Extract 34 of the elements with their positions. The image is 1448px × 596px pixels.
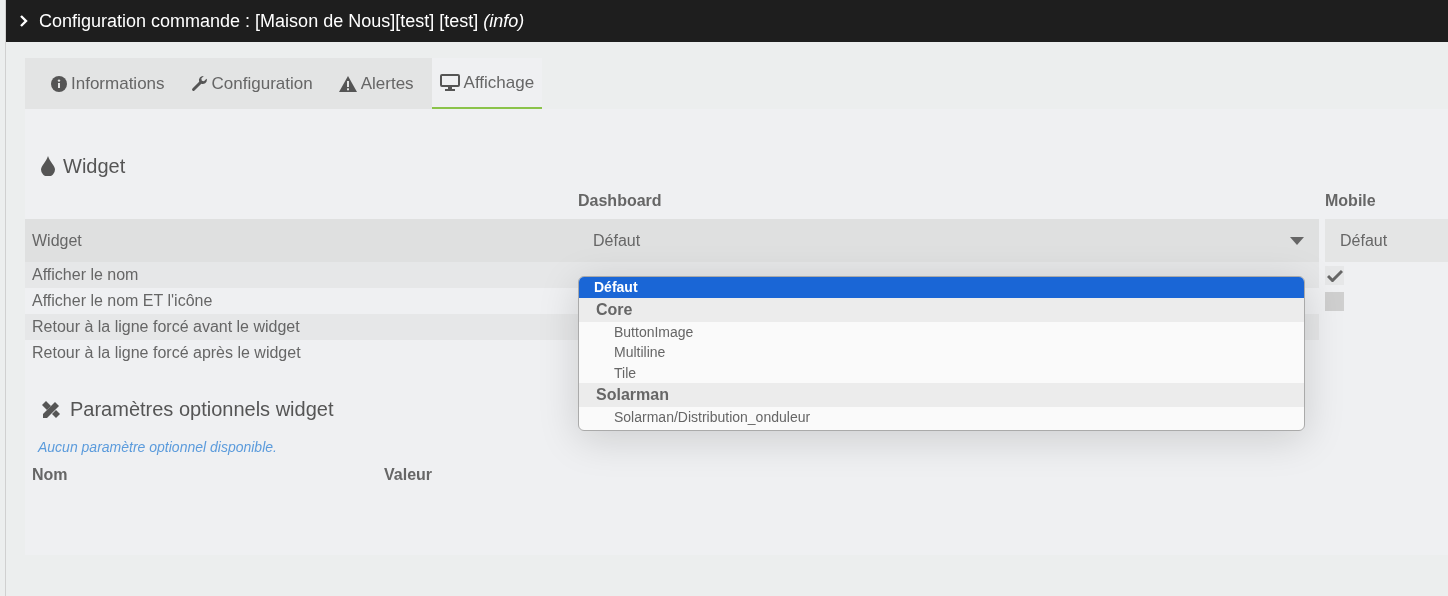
- row-label: Afficher le nom: [25, 262, 578, 288]
- row-label: Retour à la ligne forcé avant le widget: [25, 314, 578, 340]
- pencil-ruler-icon: [40, 398, 62, 421]
- column-header: Mobile: [1325, 192, 1376, 209]
- monitor-icon: [439, 74, 460, 91]
- dropdown-option[interactable]: Multiline: [579, 342, 1304, 363]
- chevron-icon[interactable]: [19, 15, 29, 27]
- drop-icon: [41, 156, 55, 176]
- caret-icon: [1290, 236, 1304, 245]
- column-header: Nom: [32, 466, 68, 483]
- warning-icon: [338, 75, 357, 92]
- tab[interactable]: Informations: [43, 58, 173, 109]
- column-header: Valeur: [384, 466, 433, 483]
- tab[interactable]: Affichage: [431, 58, 543, 109]
- dropdown-option[interactable]: Tile: [579, 362, 1304, 384]
- section-title: Widget: [63, 154, 126, 178]
- wrench-icon: [190, 75, 208, 92]
- mobile-select[interactable]: Défaut: [1325, 219, 1448, 262]
- dropdown-option[interactable]: Défaut: [579, 277, 1304, 298]
- dropdown-option[interactable]: Solarman/Distribution_onduleur: [579, 407, 1304, 428]
- row-label: Widget: [25, 219, 578, 262]
- info-icon: [51, 75, 67, 92]
- checkbox[interactable]: [1325, 291, 1344, 311]
- empty-message: Aucun paramètre optionnel disponible.: [36, 438, 278, 455]
- tab[interactable]: Configuration: [182, 58, 321, 109]
- column-header: Dashboard: [578, 192, 662, 209]
- window-title: Configuration commande : [Maison de Nous][test] [test] (info): [39, 10, 525, 32]
- dashboard-select[interactable]: Défaut: [578, 219, 1319, 262]
- tab[interactable]: Alertes: [330, 58, 422, 109]
- section-title: Paramètres optionnels widget: [70, 398, 334, 421]
- option-group-label: Solarman: [579, 383, 1304, 408]
- checkbox[interactable]: [1325, 265, 1344, 285]
- option-group-label: Core: [579, 297, 1304, 322]
- dropdown-option[interactable]: ButtonImage: [579, 321, 1304, 343]
